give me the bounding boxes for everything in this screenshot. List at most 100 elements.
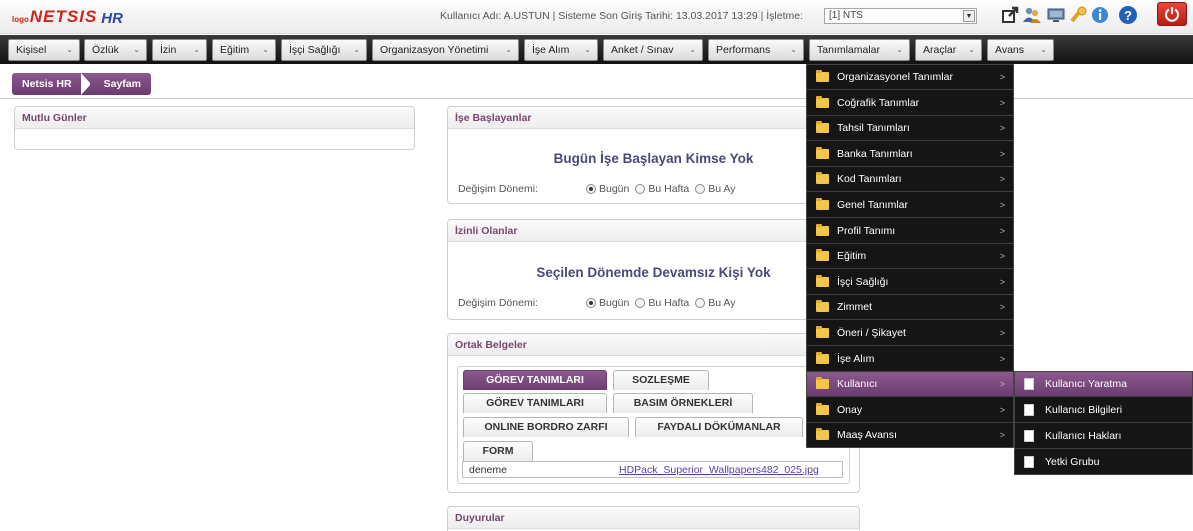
menu-item-kullanici[interactable]: Kullanıcı > (807, 372, 1013, 398)
tab-container: GÖREV TANIMLARI SOZLEŞME GÖREV TANIMLARI… (457, 366, 850, 484)
folder-icon (816, 326, 829, 338)
radio-bu-ay[interactable] (695, 184, 706, 194)
nav-avans[interactable]: Avans ⌄ (987, 39, 1054, 61)
nav-tanimlamalar[interactable]: Tanımlamalar ⌄ (809, 39, 910, 61)
tab-faydali-dokumanlar[interactable]: FAYDALI DÖKÜMANLAR (635, 417, 803, 437)
submenu-item-kullanici-yaratma[interactable]: Kullanıcı Yaratma (1015, 372, 1192, 397)
nav-label: Organizasyon Yönetimi (380, 44, 489, 56)
radio-bu-ay[interactable] (695, 298, 706, 308)
company-select[interactable]: [1] NTS ▼ (824, 8, 977, 24)
chevron-right-icon: > (999, 302, 1005, 313)
menu-item-label: Tahsil Tanımları (837, 122, 910, 135)
breadcrumb: Netsis HR Sayfam (12, 73, 151, 95)
nav-anket-sinav[interactable]: Anket / Sınav ⌄ (603, 39, 703, 61)
menu-item-cografik-tanimlar[interactable]: Coğrafik Tanımlar > (807, 91, 1013, 116)
menu-item-genel-tanimlar[interactable]: Genel Tanımlar > (807, 193, 1013, 218)
info-icon[interactable] (1090, 5, 1110, 25)
nav-izin[interactable]: İzin ⌄ (152, 39, 207, 61)
breadcrumb-item-current[interactable]: Sayfam (89, 73, 151, 95)
menu-item-label: Kod Tanımları (837, 173, 902, 186)
nav-kisisel[interactable]: Kişisel ⌄ (8, 39, 80, 61)
submenu-item-yetki-grubu[interactable]: Yetki Grubu (1015, 450, 1192, 475)
screen-icon[interactable] (1046, 5, 1066, 25)
chevron-right-icon: > (999, 251, 1005, 262)
tab-basim-ornekleri[interactable]: BASIM ÖRNEKLERİ (613, 393, 753, 413)
empty-message: Bugün İşe Başlayan Kimse Yok (553, 151, 754, 166)
menu-item-banka-tanimlari[interactable]: Banka Tanımları > (807, 142, 1013, 167)
nav-label: Araçlar (923, 44, 957, 56)
chevron-right-icon: > (999, 328, 1005, 338)
nav-ise-alim[interactable]: İşe Alım ⌄ (524, 39, 598, 61)
nav-label: Kişisel (16, 44, 47, 56)
power-icon (1165, 7, 1179, 22)
chevron-right-icon: > (999, 123, 1005, 134)
chevron-right-icon: > (999, 97, 1005, 108)
menu-item-onay[interactable]: Onay > (807, 398, 1013, 423)
radio-bugun[interactable] (586, 184, 596, 194)
submenu-item-kullanici-bilgileri[interactable]: Kullanıcı Bilgileri (1015, 398, 1192, 423)
menu-item-profil-tanimi[interactable]: Profil Tanımı > (807, 219, 1013, 244)
panel-ise-baslayanlar: İşe Başlayanlar Bugün İşe Başlayan Kimse… (447, 106, 860, 204)
chevron-down-icon: ⌄ (133, 45, 140, 54)
radio-bugun[interactable] (586, 298, 596, 308)
menu-item-egitim[interactable]: Eğitim > (807, 244, 1013, 270)
period-row: Değişim Dönemi: Bugün Bu Hafta Bu Ay (458, 183, 741, 195)
users-icon[interactable] (1022, 5, 1042, 25)
tab-gorev-tanimlari-active[interactable]: GÖREV TANIMLARI (463, 370, 607, 390)
tanimlamalar-menu: Organizasyonel Tanımlar > Coğrafik Tanıml… (806, 64, 1014, 448)
folder-icon (816, 351, 829, 364)
menu-item-label: Maaş Avansı (837, 429, 897, 442)
folder-icon (816, 95, 829, 108)
chevron-right-icon: > (999, 225, 1005, 236)
tab-sozlesme[interactable]: SOZLEŞME (613, 370, 709, 390)
menu-item-ise-alim[interactable]: İşe Alım > (807, 347, 1013, 372)
divider (0, 98, 1193, 99)
menu-item-zimmet[interactable]: Zimmet > (807, 295, 1013, 321)
menu-item-organizasyonel-tanimlar[interactable]: Organizasyonel Tanımlar > (807, 65, 1013, 90)
menu-item-kod-tanimlari[interactable]: Kod Tanımları > (807, 167, 1013, 193)
nav-label: Avans (995, 44, 1024, 56)
chevron-down-icon: ⌄ (584, 45, 591, 54)
breadcrumb-item-home[interactable]: Netsis HR (12, 73, 91, 95)
chevron-down-icon: ⌄ (896, 45, 903, 54)
folder-icon (816, 121, 829, 134)
chevron-down-icon[interactable]: ▼ (963, 10, 975, 22)
submenu-item-kullanici-haklari[interactable]: Kullanıcı Hakları (1015, 424, 1192, 449)
chevron-down-icon: ⌄ (193, 45, 200, 54)
tab-online-bordro-zarfi[interactable]: ONLINE BORDRO ZARFI (463, 417, 629, 437)
logo-suffix: HR (101, 10, 123, 27)
external-link-icon[interactable] (1000, 5, 1020, 25)
nav-egitim[interactable]: Eğitim ⌄ (212, 39, 276, 61)
document-file-link[interactable]: HDPack_Superior_Wallpapers482_025.jpg (619, 462, 819, 478)
radio-bu-hafta[interactable] (635, 298, 646, 308)
nav-organizasyon-yonetimi[interactable]: Organizasyon Yönetimi ⌄ (372, 39, 519, 61)
menu-item-label: Coğrafik Tanımlar (837, 96, 920, 109)
menu-item-tahsil-tanimlari[interactable]: Tahsil Tanımları > (807, 116, 1013, 142)
nav-ozluk[interactable]: Özlük ⌄ (84, 39, 147, 61)
nav-performans[interactable]: Performans ⌄ (708, 39, 804, 61)
breadcrumb-label: Netsis HR (22, 78, 72, 90)
menu-item-oneri-sikayet[interactable]: Öneri / Şikayet > (807, 321, 1013, 346)
panel-title: Ortak Belgeler (448, 334, 859, 356)
menu-item-label: Banka Tanımları (837, 147, 913, 160)
logout-button[interactable] (1157, 2, 1187, 26)
tab-form[interactable]: FORM (463, 441, 533, 461)
radio-label: Bu Hafta (648, 183, 690, 195)
nav-isci-sagligi[interactable]: İşçi Sağlığı ⌄ (281, 39, 367, 61)
menu-item-isci-sagligi[interactable]: İşçi Sağlığı > (807, 270, 1013, 295)
chevron-right-icon: > (999, 404, 1005, 415)
menu-item-label: Profil Tanımı (837, 224, 896, 237)
svg-text:?: ? (1124, 8, 1132, 23)
document-icon (1024, 404, 1034, 416)
period-label: Değişim Dönemi: (458, 297, 538, 309)
app-logo[interactable]: logo NETSIS HR (12, 7, 123, 27)
submenu-item-label: Yetki Grubu (1045, 456, 1100, 468)
menu-item-maas-avansi[interactable]: Maaş Avansı > (807, 423, 1013, 448)
tab-gorev-tanimlari[interactable]: GÖREV TANIMLARI (463, 393, 607, 413)
nav-araclar[interactable]: Araçlar ⌄ (915, 39, 982, 61)
menu-item-label: Zimmet (837, 301, 872, 314)
radio-label: Bu Ay (708, 183, 736, 195)
certificate-icon[interactable] (1068, 5, 1088, 25)
radio-bu-hafta[interactable] (635, 184, 646, 194)
help-icon[interactable]: ? (1118, 5, 1138, 25)
